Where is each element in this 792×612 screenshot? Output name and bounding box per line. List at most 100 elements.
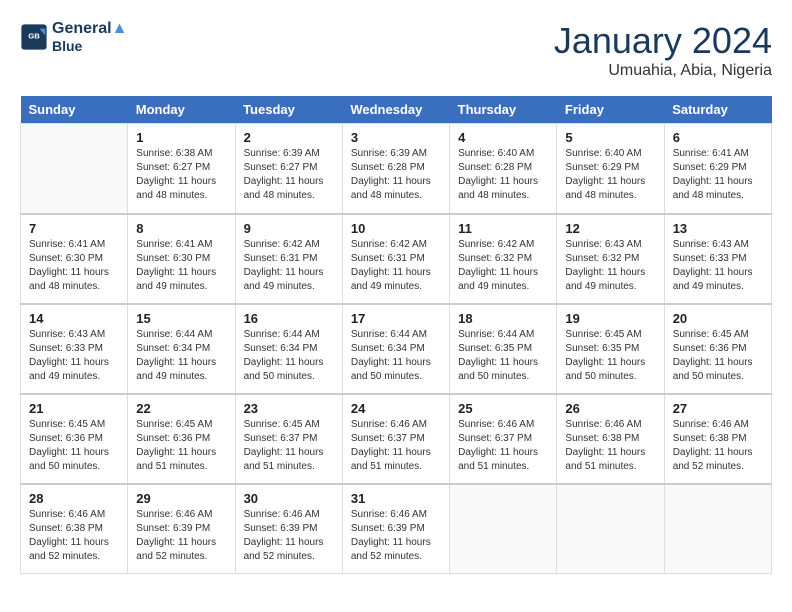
- calendar-cell: 21Sunrise: 6:45 AM Sunset: 6:36 PM Dayli…: [21, 394, 128, 484]
- day-info: Sunrise: 6:42 AM Sunset: 6:32 PM Dayligh…: [458, 238, 548, 294]
- day-number: 3: [351, 130, 441, 145]
- weekday-header-row: SundayMondayTuesdayWednesdayThursdayFrid…: [21, 96, 772, 124]
- day-info: Sunrise: 6:44 AM Sunset: 6:34 PM Dayligh…: [136, 328, 226, 384]
- calendar-cell: 12 Sunrise: 6:43 AM Sunset: 6:32 PM Dayli…: [557, 214, 664, 304]
- calendar-cell: 20 Sunrise: 6:45 AM Sunset: 6:36 PM Dayli…: [664, 304, 771, 394]
- logo-icon: GB: [20, 23, 48, 51]
- calendar-cell: 8 Sunrise: 6:41 AM Sunset: 6:30 PM Daylig…: [128, 214, 235, 304]
- day-info: Sunrise: 6:46 AM Sunset: 6:39 PM Dayligh…: [244, 508, 334, 564]
- day-info: Sunrise: 6:41 AM Sunset: 6:29 PM Dayligh…: [673, 147, 763, 203]
- day-info: Sunrise: 6:39 AM Sunset: 6:27 PM Dayligh…: [244, 147, 334, 203]
- calendar-cell: [450, 484, 557, 574]
- calendar-cell: 13 Sunrise: 6:43 AM Sunset: 6:33 PM Dayli…: [664, 214, 771, 304]
- day-info: Sunrise: 6:46 AM Sunset: 6:38 PM Dayligh…: [29, 508, 119, 564]
- calendar-cell: 27 Sunrise: 6:46 AM Sunset: 6:38 PM Dayli…: [664, 394, 771, 484]
- day-info: Sunrise: 6:40 AM Sunset: 6:28 PM Dayligh…: [458, 147, 548, 203]
- day-number: 20: [673, 311, 763, 326]
- day-number: 27: [673, 401, 763, 416]
- calendar-cell: 11 Sunrise: 6:42 AM Sunset: 6:32 PM Dayli…: [450, 214, 557, 304]
- calendar-week-row: 14Sunrise: 6:43 AM Sunset: 6:33 PM Dayli…: [21, 304, 772, 394]
- day-info: Sunrise: 6:46 AM Sunset: 6:38 PM Dayligh…: [673, 418, 763, 474]
- calendar-cell: 18 Sunrise: 6:44 AM Sunset: 6:35 PM Dayli…: [450, 304, 557, 394]
- day-number: 18: [458, 311, 548, 326]
- day-number: 30: [244, 491, 334, 506]
- day-info: Sunrise: 6:46 AM Sunset: 6:39 PM Dayligh…: [351, 508, 441, 564]
- day-info: Sunrise: 6:44 AM Sunset: 6:34 PM Dayligh…: [244, 328, 334, 384]
- day-info: Sunrise: 6:41 AM Sunset: 6:30 PM Dayligh…: [136, 238, 226, 294]
- calendar-cell: 1 Sunrise: 6:38 AM Sunset: 6:27 PM Daylig…: [128, 124, 235, 214]
- calendar-cell: 26Sunrise: 6:46 AM Sunset: 6:38 PM Dayli…: [557, 394, 664, 484]
- calendar-cell: 23 Sunrise: 6:45 AM Sunset: 6:37 PM Dayli…: [235, 394, 342, 484]
- day-number: 9: [244, 221, 334, 236]
- weekday-header: Friday: [557, 96, 664, 124]
- day-number: 13: [673, 221, 763, 236]
- calendar-cell: 4Sunrise: 6:40 AM Sunset: 6:28 PM Daylig…: [450, 124, 557, 214]
- day-info: Sunrise: 6:42 AM Sunset: 6:31 PM Dayligh…: [244, 238, 334, 294]
- day-number: 31: [351, 491, 441, 506]
- page-header: GB General▲ Blue January 2024 Umuahia, A…: [20, 20, 772, 80]
- day-info: Sunrise: 6:46 AM Sunset: 6:37 PM Dayligh…: [351, 418, 441, 474]
- day-info: Sunrise: 6:46 AM Sunset: 6:38 PM Dayligh…: [565, 418, 655, 474]
- day-number: 17: [351, 311, 441, 326]
- calendar-cell: 19 Sunrise: 6:45 AM Sunset: 6:35 PM Dayli…: [557, 304, 664, 394]
- month-title: January 2024: [554, 20, 772, 62]
- day-number: 5: [565, 130, 655, 145]
- day-number: 29: [136, 491, 226, 506]
- day-number: 10: [351, 221, 441, 236]
- day-number: 15: [136, 311, 226, 326]
- weekday-header: Monday: [128, 96, 235, 124]
- calendar-cell: 7 Sunrise: 6:41 AM Sunset: 6:30 PM Daylig…: [21, 214, 128, 304]
- calendar-cell: [664, 484, 771, 574]
- calendar-cell: 3Sunrise: 6:39 AM Sunset: 6:28 PM Daylig…: [342, 124, 449, 214]
- weekday-header: Saturday: [664, 96, 771, 124]
- weekday-header: Tuesday: [235, 96, 342, 124]
- day-info: Sunrise: 6:43 AM Sunset: 6:33 PM Dayligh…: [29, 328, 119, 384]
- calendar-cell: 25Sunrise: 6:46 AM Sunset: 6:37 PM Dayli…: [450, 394, 557, 484]
- day-info: Sunrise: 6:38 AM Sunset: 6:27 PM Dayligh…: [136, 147, 226, 203]
- day-number: 7: [29, 221, 119, 236]
- calendar-cell: 28 Sunrise: 6:46 AM Sunset: 6:38 PM Dayli…: [21, 484, 128, 574]
- day-info: Sunrise: 6:46 AM Sunset: 6:39 PM Dayligh…: [136, 508, 226, 564]
- day-info: Sunrise: 6:43 AM Sunset: 6:32 PM Dayligh…: [565, 238, 655, 294]
- day-number: 6: [673, 130, 763, 145]
- location: Umuahia, Abia, Nigeria: [554, 62, 772, 80]
- calendar-cell: 2 Sunrise: 6:39 AM Sunset: 6:27 PM Daylig…: [235, 124, 342, 214]
- calendar-cell: [557, 484, 664, 574]
- day-number: 12: [565, 221, 655, 236]
- day-number: 28: [29, 491, 119, 506]
- day-info: Sunrise: 6:45 AM Sunset: 6:36 PM Dayligh…: [29, 418, 119, 474]
- day-info: Sunrise: 6:45 AM Sunset: 6:36 PM Dayligh…: [673, 328, 763, 384]
- weekday-header: Sunday: [21, 96, 128, 124]
- day-number: 24: [351, 401, 441, 416]
- logo-text: General▲ Blue: [52, 20, 127, 54]
- day-info: Sunrise: 6:41 AM Sunset: 6:30 PM Dayligh…: [29, 238, 119, 294]
- calendar-cell: 24 Sunrise: 6:46 AM Sunset: 6:37 PM Dayli…: [342, 394, 449, 484]
- title-block: January 2024 Umuahia, Abia, Nigeria: [554, 20, 772, 80]
- day-info: Sunrise: 6:45 AM Sunset: 6:37 PM Dayligh…: [244, 418, 334, 474]
- logo: GB General▲ Blue: [20, 20, 127, 54]
- svg-text:GB: GB: [28, 31, 40, 40]
- day-info: Sunrise: 6:45 AM Sunset: 6:35 PM Dayligh…: [565, 328, 655, 384]
- calendar-cell: 29 Sunrise: 6:46 AM Sunset: 6:39 PM Dayli…: [128, 484, 235, 574]
- day-number: 11: [458, 221, 548, 236]
- calendar-cell: 31 Sunrise: 6:46 AM Sunset: 6:39 PM Dayli…: [342, 484, 449, 574]
- day-info: Sunrise: 6:46 AM Sunset: 6:37 PM Dayligh…: [458, 418, 548, 474]
- calendar-week-row: 28 Sunrise: 6:46 AM Sunset: 6:38 PM Dayli…: [21, 484, 772, 574]
- day-number: 1: [136, 130, 226, 145]
- day-number: 8: [136, 221, 226, 236]
- weekday-header: Thursday: [450, 96, 557, 124]
- day-info: Sunrise: 6:44 AM Sunset: 6:35 PM Dayligh…: [458, 328, 548, 384]
- calendar-cell: 15 Sunrise: 6:44 AM Sunset: 6:34 PM Dayli…: [128, 304, 235, 394]
- day-number: 23: [244, 401, 334, 416]
- day-number: 16: [244, 311, 334, 326]
- calendar-cell: 17 Sunrise: 6:44 AM Sunset: 6:34 PM Dayli…: [342, 304, 449, 394]
- day-number: 19: [565, 311, 655, 326]
- day-info: Sunrise: 6:43 AM Sunset: 6:33 PM Dayligh…: [673, 238, 763, 294]
- calendar-week-row: 1 Sunrise: 6:38 AM Sunset: 6:27 PM Daylig…: [21, 124, 772, 214]
- calendar-cell: 22Sunrise: 6:45 AM Sunset: 6:36 PM Dayli…: [128, 394, 235, 484]
- calendar-week-row: 21Sunrise: 6:45 AM Sunset: 6:36 PM Dayli…: [21, 394, 772, 484]
- day-info: Sunrise: 6:44 AM Sunset: 6:34 PM Dayligh…: [351, 328, 441, 384]
- day-number: 2: [244, 130, 334, 145]
- day-number: 22: [136, 401, 226, 416]
- calendar-cell: 14Sunrise: 6:43 AM Sunset: 6:33 PM Dayli…: [21, 304, 128, 394]
